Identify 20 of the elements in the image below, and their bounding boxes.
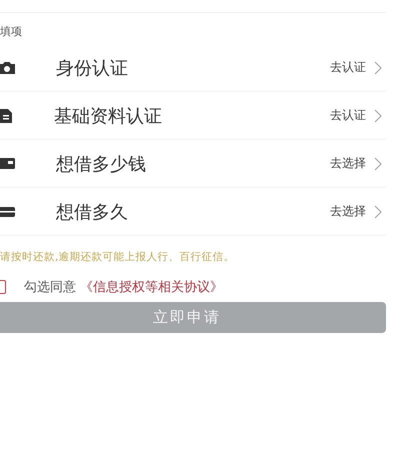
agree-text: 勾选同意 《信息授权等相关协议》 <box>24 279 224 296</box>
row-action: 去选择 <box>330 155 366 172</box>
chevron-icon <box>374 204 382 218</box>
chevron-icon <box>374 60 382 74</box>
row-action: 去认证 <box>330 107 366 124</box>
notice-text: 请按时还款,逾期还款可能上报人行、百行征信。 <box>0 250 236 265</box>
section-label: 填项 <box>0 24 23 40</box>
menu-row[interactable]: 基础资料认证 去认证 <box>0 92 386 140</box>
row-label: 身份认证 <box>56 56 129 80</box>
chevron-icon <box>374 156 382 170</box>
row-action: 去选择 <box>330 203 366 220</box>
row-label: 想借多少钱 <box>56 152 147 176</box>
row-action: 去认证 <box>330 59 366 76</box>
menu-row[interactable]: 身份认证 去认证 <box>0 44 386 92</box>
row-label: 想借多久 <box>56 200 129 224</box>
chevron-icon <box>374 108 382 122</box>
row-label: 基础资料认证 <box>54 104 163 128</box>
menu-row[interactable]: 想借多少钱 去选择 <box>0 140 386 188</box>
agreement-link[interactable]: 《信息授权等相关协议》 <box>80 280 224 295</box>
menu-row[interactable]: 想借多久 去选择 <box>0 188 386 236</box>
